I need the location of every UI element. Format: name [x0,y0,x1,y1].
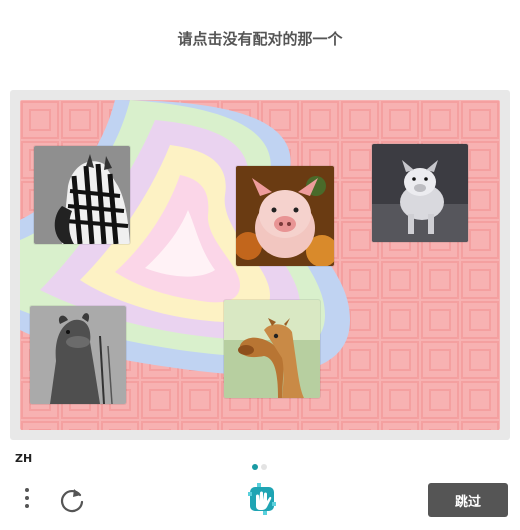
zebra-tile[interactable] [34,146,130,244]
camel-color-image [224,300,320,398]
refresh-button[interactable] [58,486,86,514]
camel-mono-tile[interactable] [30,306,126,404]
vertical-dot [25,496,29,500]
hand-logo-icon [248,483,276,515]
pig-grey-tile[interactable] [372,144,468,242]
vertical-dots-icon [25,488,29,492]
language-selector[interactable]: ZH [15,452,32,465]
pig-autumn-tile[interactable] [236,166,334,266]
refresh-icon [60,489,84,513]
camel-mono-image [30,306,126,404]
brand-logo [245,482,279,516]
challenge-prompt: 请点击没有配对的那一个 [177,30,343,48]
camel-color-tile[interactable] [224,300,320,398]
skip-button[interactable]: 跳过 [428,483,508,517]
page-indicator [252,455,270,474]
vertical-dot [25,504,29,508]
page-dot-active [252,464,258,470]
page-dot-inactive [261,464,267,470]
zebra-image [34,146,130,244]
pig-grey-image [372,144,468,242]
menu-button[interactable] [20,486,34,516]
challenge-board [20,100,500,430]
pig-autumn-image [236,166,334,266]
